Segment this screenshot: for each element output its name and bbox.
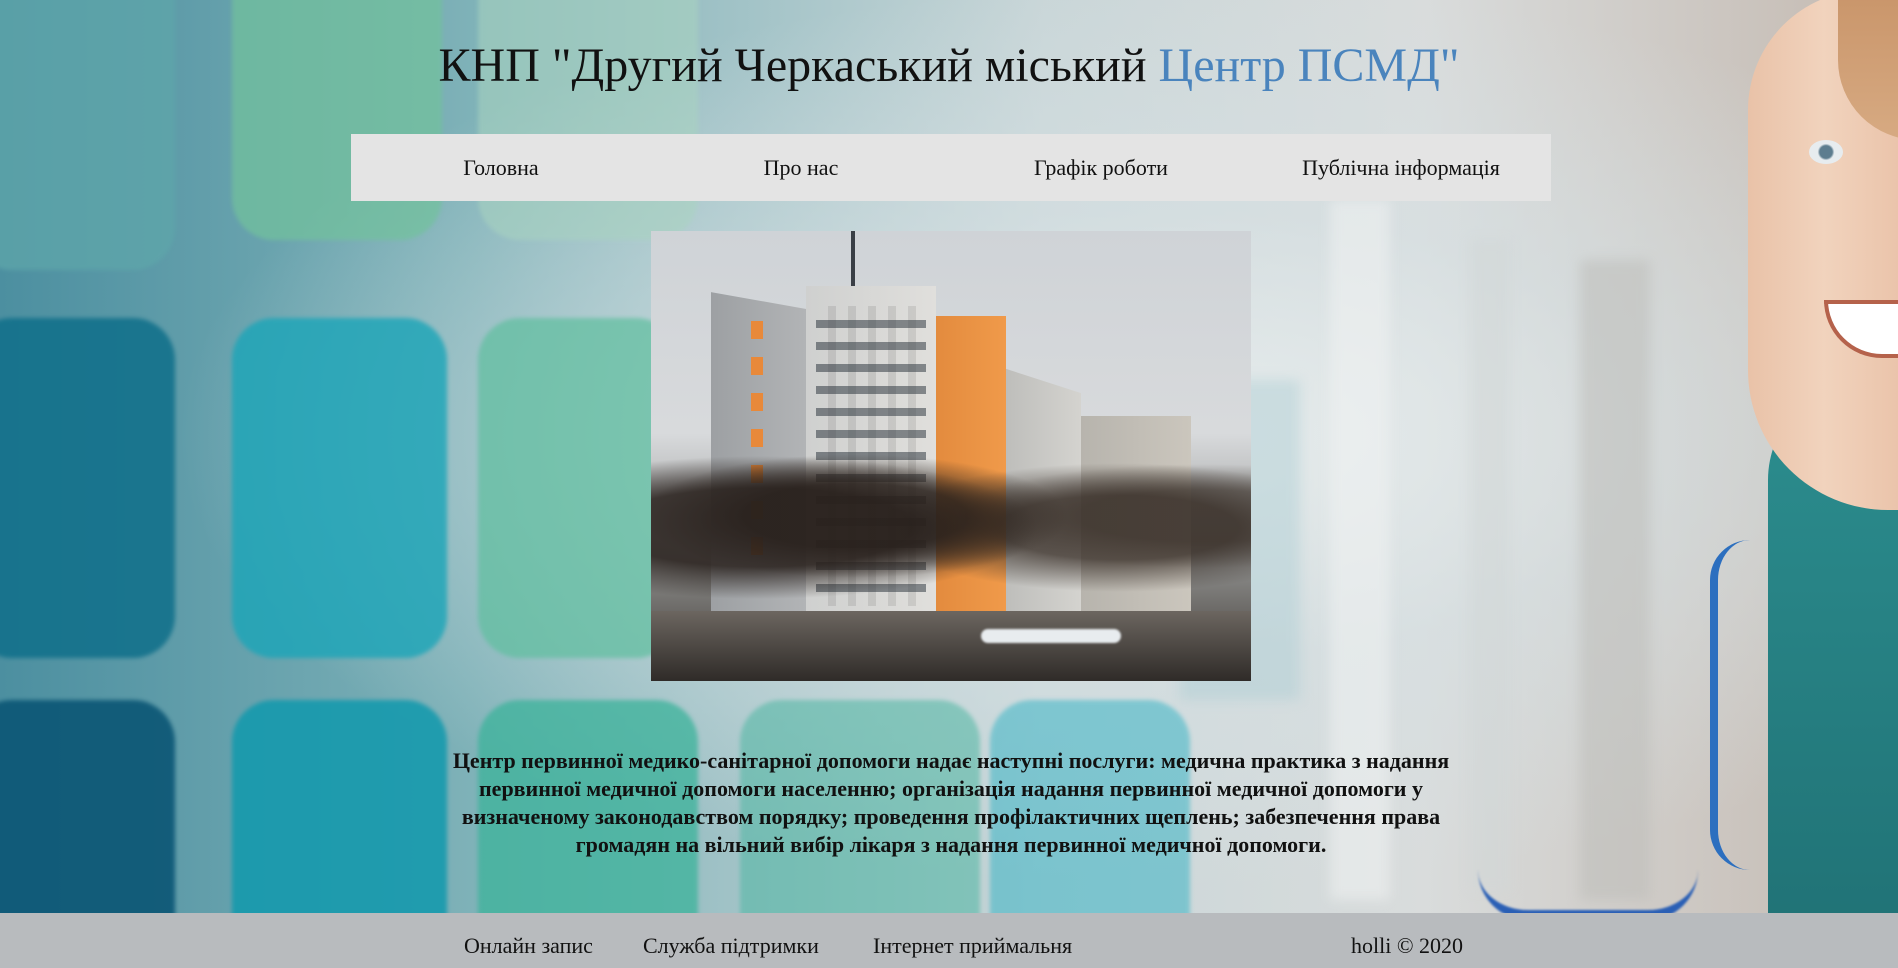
- footer: Онлайн запис Служба підтримки Інтернет п…: [0, 913, 1898, 968]
- footer-link-reception[interactable]: Інтернет приймальня: [873, 933, 1072, 959]
- footer-link-online-booking[interactable]: Онлайн запис: [464, 933, 593, 959]
- services-description: Центр первинної медико-санітарної допомо…: [452, 748, 1450, 857]
- nav-item-schedule[interactable]: Графік роботи: [951, 155, 1251, 181]
- building-photo: [651, 231, 1251, 681]
- site-title: КНП "Другий Черкаський міський Центр ПСМ…: [0, 36, 1898, 96]
- nav-item-about[interactable]: Про нас: [651, 155, 951, 181]
- nav-item-home[interactable]: Головна: [351, 155, 651, 181]
- site-title-accent: Центр ПСМД": [1158, 39, 1460, 92]
- nav-item-public-info[interactable]: Публічна інформація: [1251, 155, 1551, 181]
- footer-copyright: holli © 2020: [1351, 933, 1464, 958]
- main-nav: Головна Про нас Графік роботи Публічна і…: [351, 134, 1551, 201]
- footer-link-support[interactable]: Служба підтримки: [643, 933, 819, 959]
- site-title-main: КНП "Другий Черкаський міський: [438, 39, 1159, 92]
